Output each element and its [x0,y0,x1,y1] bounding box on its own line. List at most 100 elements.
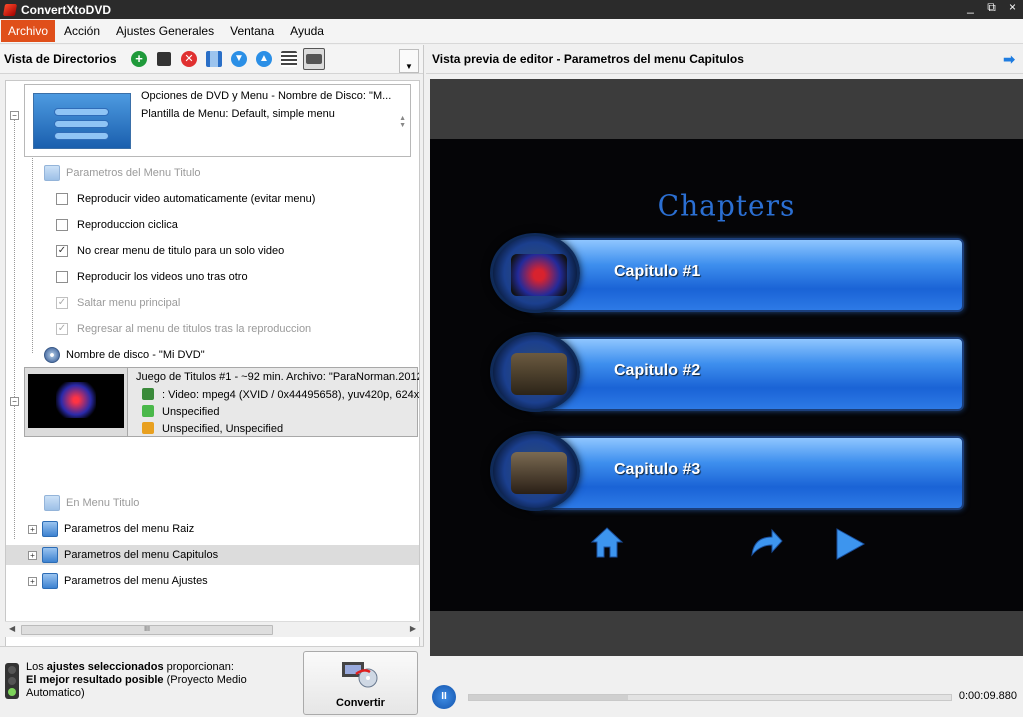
directory-toolbar: Vista de Directorios + ✕ ▼ ▲ [0,45,423,74]
scroll-left-icon[interactable]: ◀ [9,624,15,633]
playback-time: 0:00:09.880 [958,690,1017,702]
expand-root-node[interactable]: + [28,524,37,534]
chapter-button-1[interactable]: Capitulo #1 [490,233,966,313]
checkbox-no-title-menu[interactable]: ✓ [56,245,68,257]
title-set-line2: : Video: mpeg4 (XVID / 0x44495658), yuv4… [162,389,420,401]
quality-status-text: Los ajustes seleccionados proporcionan: … [26,661,247,699]
preview-header: Vista previa de editor - Parametros del … [426,45,1023,74]
directory-panel-title: Vista de Directorios [4,52,117,66]
checkbox-play-sequential[interactable] [56,271,68,283]
menu-bar: Archivo Acción Ajustes Generales Ventana… [0,19,1023,44]
menu-ayuda[interactable]: Ayuda [283,20,331,42]
option-return-to-menu: ✓ Regresar al menu de titulos tras la re… [56,323,312,335]
menu-list-icon [44,495,60,511]
close-icon[interactable]: × [1006,0,1019,15]
video-thumbnail [28,374,124,428]
disc-name-node[interactable]: Nombre de disco - "Mi DVD" [44,345,205,365]
audio-stream-icon [142,405,154,417]
playback-progress-bar[interactable] [468,694,952,701]
title-set-line4: Unspecified, Unspecified [162,423,284,435]
minimize-icon[interactable]: _ [964,0,977,15]
move-down-icon[interactable]: ▼ [228,48,250,70]
convert-button[interactable]: Convertir [303,651,418,715]
option-skip-main-menu: ✓ Saltar menu principal [56,297,181,309]
checkbox-return-to-menu: ✓ [56,323,68,335]
chapters-menu-icon [42,547,58,563]
forward-arrow-icon[interactable]: ➡ [1003,51,1015,68]
collapse-dvd-node[interactable]: − [10,111,19,120]
chapter-button-3[interactable]: Capitulo #3 [490,431,966,511]
window-controls: _ ⧉ × [964,0,1019,15]
add-icon[interactable]: + [128,48,150,70]
menu-archivo[interactable]: Archivo [1,20,56,42]
panel-dropdown-button[interactable]: ▼ [399,49,419,73]
preview-view-icon[interactable] [303,48,325,70]
card-spinner-icon[interactable]: ▲ ▼ [399,115,406,129]
home-icon[interactable] [590,525,624,559]
dvd-options-line1: Opciones de DVD y Menu - Nombre de Disco… [141,90,391,102]
editor-preview-panel: Vista previa de editor - Parametros del … [426,45,1023,717]
chapter-label-1: Capitulo #1 [614,263,701,280]
disc-icon [44,347,60,363]
player-controls: II 0:00:09.880 [430,682,1023,712]
app-logo-icon [3,3,17,17]
checkbox-skip-main-menu: ✓ [56,297,68,309]
option-play-sequential[interactable]: Reproducir los videos uno tras otro [56,267,248,287]
expand-settings-node[interactable]: + [28,576,37,586]
list-view-icon[interactable] [278,48,300,70]
subtitle-stream-icon [142,422,154,434]
playback-progress-fill [469,695,629,700]
settings-menu-icon [42,573,58,589]
restore-icon[interactable]: ⧉ [985,0,998,15]
checkbox-autoplay[interactable] [56,193,68,205]
root-menu-icon [42,521,58,537]
expand-chapters-node[interactable]: + [28,550,37,560]
title-bar: ConvertXtoDVD _ ⧉ × [0,0,1023,19]
title-set-line1: Juego de Titulos #1 - ~92 min. Archivo: … [136,371,420,383]
menu-preview-title: Chapters [657,188,796,223]
title-menu-params-node[interactable]: Parametros del Menu Titulo [44,163,201,183]
delete-icon[interactable]: ✕ [178,48,200,70]
directory-tree: − Opciones de DVD y Menu - Nombre de Dis… [5,80,420,666]
dvd-options-line2: Plantilla de Menu: Default, simple menu [141,108,335,120]
option-no-title-menu[interactable]: ✓ No crear menu de titulo para un solo v… [56,241,284,261]
title-menu-params-label: Parametros del Menu Titulo [66,167,201,179]
preview-panel-title: Vista previa de editor - Parametros del … [432,52,744,66]
redo-arrow-icon[interactable] [748,527,784,559]
app-title: ConvertXtoDVD [21,2,112,17]
scrollbar-thumb[interactable]: III [21,625,273,635]
menu-ajustes-generales[interactable]: Ajustes Generales [109,20,221,42]
save-icon[interactable] [153,48,175,70]
chapter-button-2[interactable]: Capitulo #2 [490,332,966,412]
title-set-card[interactable]: Juego de Titulos #1 - ~92 min. Archivo: … [128,367,420,437]
dvd-menu-thumbnail [33,93,131,149]
chapters-icon[interactable] [203,48,225,70]
checkbox-loop[interactable] [56,219,68,231]
chapter-label-3: Capitulo #3 [614,461,701,478]
horizontal-scrollbar[interactable]: ◀ III ▶ [5,621,420,637]
convert-icon [342,662,378,688]
move-up-icon[interactable]: ▲ [253,48,275,70]
chapters-menu-params-node[interactable]: + Parametros del menu Capitulos [6,545,419,565]
menu-preview-video: Chapters Capitulo #1 Capitulo #2 Capitul… [430,139,1023,611]
preview-area: Chapters Capitulo #1 Capitulo #2 Capitul… [430,79,1023,656]
pause-button[interactable]: II [432,685,456,709]
menu-list-icon [44,165,60,181]
menu-accion[interactable]: Acción [57,20,107,42]
root-menu-params-node[interactable]: + Parametros del menu Raiz [28,519,194,539]
menu-ventana[interactable]: Ventana [223,20,281,42]
video-stream-icon [142,388,154,400]
option-autoplay[interactable]: Reproducir video automaticamente (evitar… [56,189,315,209]
play-next-icon[interactable] [834,527,866,561]
quality-traffic-light-icon [5,663,19,699]
settings-menu-params-node[interactable]: + Parametros del menu Ajustes [28,571,208,591]
dvd-options-card[interactable]: Opciones de DVD y Menu - Nombre de Disco… [24,84,411,157]
directory-panel: Vista de Directorios + ✕ ▼ ▲ ▼ − Opcione… [0,45,424,717]
scroll-right-icon[interactable]: ▶ [410,624,416,633]
collapse-title-node[interactable]: − [10,397,19,406]
title-thumbnail-card[interactable] [24,367,128,437]
title-set-line3: Unspecified [162,406,220,418]
option-loop[interactable]: Reproduccion ciclica [56,215,178,235]
in-title-menu-node[interactable]: En Menu Titulo [44,493,139,513]
convert-button-label: Convertir [336,697,385,709]
